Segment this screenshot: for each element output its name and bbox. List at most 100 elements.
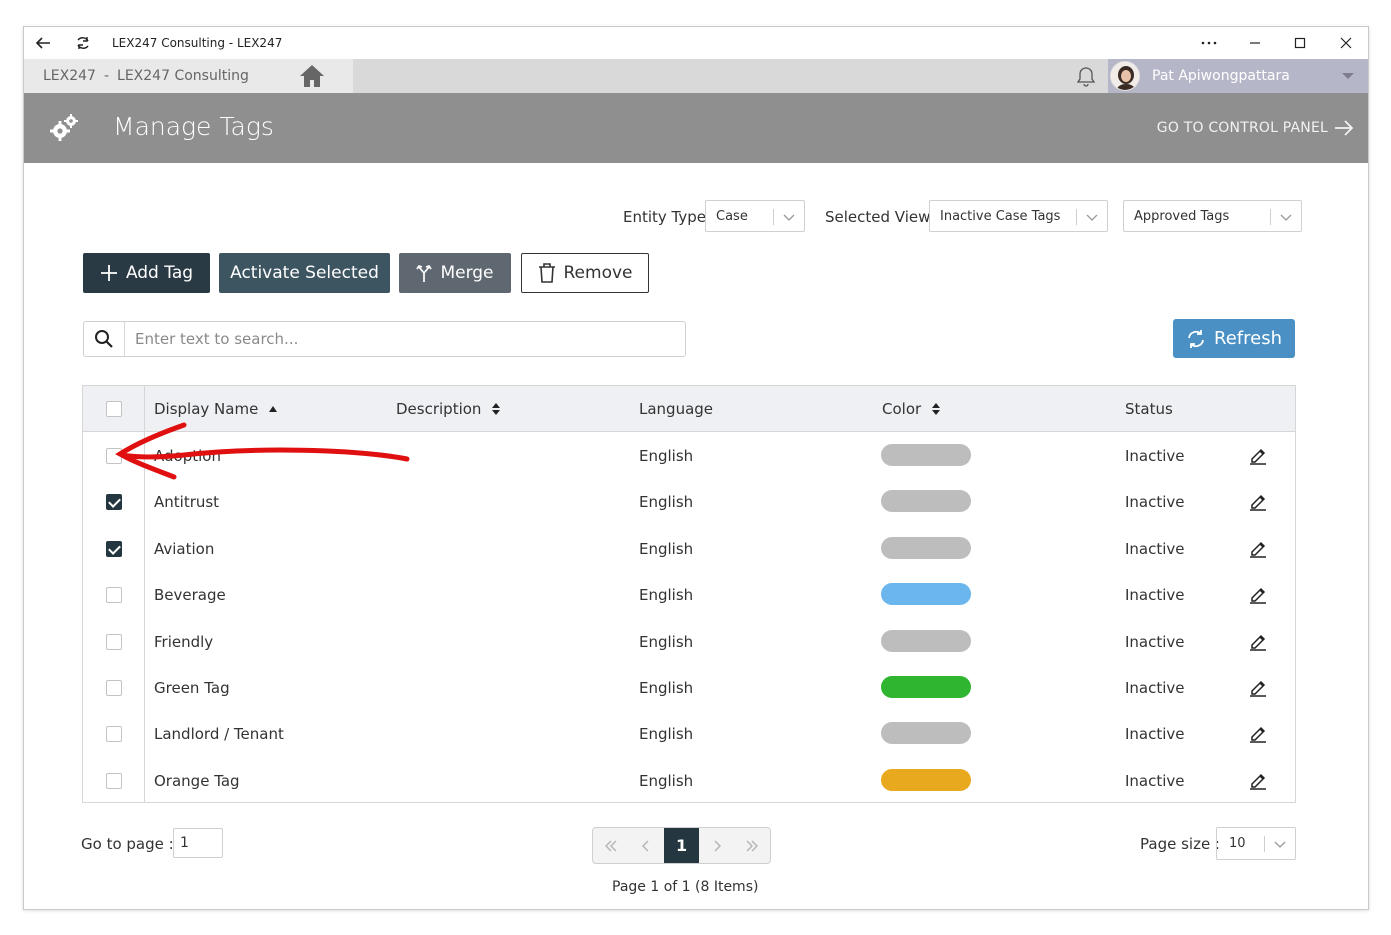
maximize-icon[interactable]	[1290, 33, 1310, 53]
edit-icon[interactable]	[1248, 723, 1268, 744]
column-status[interactable]: Status	[1125, 400, 1173, 418]
table-row[interactable]: Adoption English Inactive	[83, 433, 1295, 479]
edit-icon[interactable]	[1248, 491, 1268, 512]
tags-table: Display Name Description Language Color …	[82, 385, 1296, 803]
row-checkbox[interactable]	[106, 772, 122, 789]
search-icon	[95, 330, 113, 348]
entity-type-label: Entity Type	[623, 208, 707, 226]
table-row[interactable]: Friendly English Inactive	[83, 619, 1295, 665]
row-checkbox[interactable]	[106, 587, 122, 604]
row-display-name: Antitrust	[154, 493, 220, 512]
page-size-label: Page size :	[1140, 835, 1220, 853]
home-button[interactable]	[271, 59, 353, 93]
row-status: Inactive	[1125, 771, 1185, 790]
gear-icon	[50, 114, 78, 141]
row-status: Inactive	[1125, 632, 1185, 651]
row-status: Inactive	[1125, 586, 1185, 605]
row-display-name: Aviation	[154, 539, 215, 558]
add-tag-button[interactable]: Add Tag	[83, 253, 210, 293]
row-status: Inactive	[1125, 447, 1185, 465]
edit-icon[interactable]	[1248, 770, 1268, 790]
first-page-icon[interactable]	[593, 828, 628, 863]
user-name: Pat Apiwongpattara	[1152, 68, 1290, 84]
edit-icon[interactable]	[1248, 677, 1268, 697]
row-checkbox[interactable]	[106, 633, 122, 650]
column-language[interactable]: Language	[639, 400, 713, 418]
edit-icon[interactable]	[1248, 584, 1268, 604]
tag-filter-select[interactable]: Approved Tags	[1123, 200, 1302, 232]
add-tag-label: Add Tag	[125, 263, 194, 283]
goto-page-label: Go to page :	[81, 835, 174, 853]
edit-icon[interactable]	[1248, 631, 1268, 651]
control-panel-link[interactable]: GO TO CONTROL PANEL	[1157, 119, 1354, 137]
row-language: English	[639, 679, 694, 697]
user-menu[interactable]: Pat Apiwongpattara	[1108, 59, 1368, 93]
next-page-icon[interactable]	[699, 828, 734, 863]
page-size-select[interactable]: 10	[1216, 827, 1296, 860]
refresh-button[interactable]: Refresh	[1173, 319, 1295, 358]
remove-button[interactable]: Remove	[521, 253, 649, 293]
row-checkbox[interactable]	[106, 540, 122, 557]
table-row[interactable]: Aviation English Inactive	[83, 526, 1295, 572]
arrow-right-icon	[1335, 120, 1354, 136]
search-input[interactable]	[126, 322, 684, 356]
prev-page-icon[interactable]	[628, 828, 663, 863]
table-row[interactable]: Green Tag English Inactive	[83, 665, 1295, 711]
row-color-swatch	[881, 583, 971, 606]
column-color[interactable]: Color	[882, 400, 941, 418]
merge-label: Merge	[440, 263, 494, 283]
row-language: English	[639, 632, 694, 651]
activate-selected-button[interactable]: Activate Selected	[219, 253, 390, 293]
tab-company-label: LEX247 Consulting	[117, 68, 249, 84]
table-row[interactable]: Orange Tag English Inactive	[83, 758, 1295, 804]
entity-type-select[interactable]: Case	[705, 200, 805, 232]
pagination: 1	[592, 827, 771, 864]
merge-icon	[416, 264, 433, 282]
row-checkbox[interactable]	[106, 448, 122, 464]
sort-both-icon	[492, 403, 501, 415]
edit-icon[interactable]	[1248, 445, 1268, 465]
tab-company[interactable]: LEX247 - LEX247 Consulting	[24, 59, 271, 93]
back-arrow-icon[interactable]	[33, 33, 53, 53]
bell-icon[interactable]	[1074, 65, 1098, 89]
select-all-checkbox[interactable]	[106, 401, 122, 417]
row-language: English	[639, 493, 694, 512]
table-row[interactable]: Antitrust English Inactive	[83, 479, 1295, 525]
more-icon[interactable]	[1199, 33, 1219, 53]
activate-selected-label: Activate Selected	[230, 263, 379, 283]
row-color-swatch	[881, 722, 971, 745]
table-row[interactable]: Landlord / Tenant English Inactive	[83, 711, 1295, 757]
chevron-down-icon	[1280, 214, 1292, 221]
pager-info: Page 1 of 1 (8 Items)	[612, 879, 759, 895]
row-checkbox[interactable]	[106, 680, 122, 696]
selected-view-select[interactable]: Inactive Case Tags	[929, 200, 1108, 232]
sort-asc-icon	[269, 406, 278, 412]
last-page-icon[interactable]	[735, 828, 770, 863]
search-icon-box	[84, 322, 125, 356]
row-color-swatch	[881, 676, 971, 698]
tab-bar: LEX247 - LEX247 Consulting Pat Apiwongpa…	[24, 59, 1368, 93]
row-checkbox[interactable]	[106, 726, 122, 743]
row-display-name: Landlord / Tenant	[154, 725, 284, 744]
column-description[interactable]: Description	[396, 400, 501, 418]
merge-button[interactable]: Merge	[399, 253, 511, 293]
row-language: English	[639, 539, 694, 558]
refresh-icon	[1188, 329, 1204, 348]
chevron-down-icon	[783, 214, 795, 221]
page-size-value: 10	[1229, 836, 1246, 851]
current-page-button[interactable]: 1	[663, 828, 700, 863]
close-icon[interactable]	[1336, 33, 1356, 53]
row-display-name: Friendly	[154, 632, 214, 651]
tag-filter-value: Approved Tags	[1134, 208, 1230, 224]
minimize-icon[interactable]	[1245, 33, 1265, 53]
reload-icon[interactable]	[73, 33, 93, 53]
table-row[interactable]: Beverage English Inactive	[83, 572, 1295, 618]
row-color-swatch	[881, 629, 971, 652]
column-display-name[interactable]: Display Name	[154, 400, 278, 418]
select-separator	[773, 209, 774, 225]
goto-page-input[interactable]: 1	[173, 828, 223, 858]
plus-icon	[100, 265, 117, 281]
column-description-label: Description	[396, 400, 482, 418]
edit-icon[interactable]	[1248, 538, 1268, 558]
row-checkbox[interactable]	[106, 494, 122, 511]
